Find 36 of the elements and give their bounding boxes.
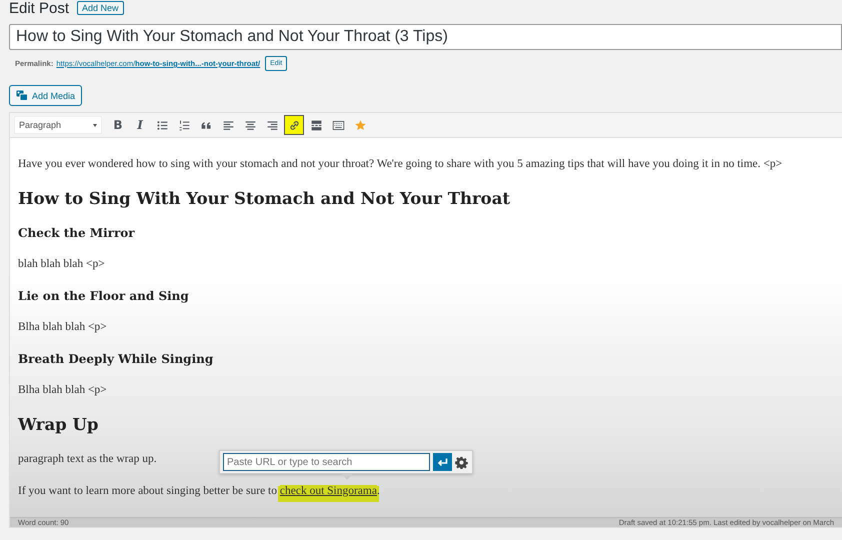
media-icon — [16, 90, 28, 101]
heading: Wrap Up — [18, 415, 98, 434]
paragraph: blah blah blah <p> — [18, 257, 105, 272]
keyboard-icon — [332, 118, 344, 132]
paragraph: paragraph text as the wrap up. — [18, 452, 157, 467]
paragraph: Have you ever wondered how to sing with your stomach and not your throat? We're going to share with you 5 amazing tips that will have you doing it in no time. <p> — [18, 157, 782, 172]
apply-link-button[interactable] — [433, 453, 452, 471]
bold-button[interactable]: B — [108, 115, 128, 135]
bulleted-list-icon — [156, 118, 168, 132]
align-left-icon — [222, 118, 234, 132]
subheading: Lie on the Floor and Sing — [18, 289, 189, 303]
paragraph: Blha blah blah <p> — [18, 320, 107, 335]
align-center-icon — [244, 118, 256, 132]
post-title-field[interactable]: How to Sing With Your Stomach and Not Your Throat (3 Tips) — [9, 24, 842, 50]
star-icon — [354, 118, 366, 132]
caret-icon — [93, 124, 97, 126]
format-dropdown[interactable]: Paragraph — [14, 116, 102, 134]
numbered-list-icon — [178, 118, 190, 132]
align-right-icon — [266, 118, 278, 132]
format-label: Paragraph — [19, 120, 62, 130]
add-new-button[interactable]: Add New — [77, 1, 124, 15]
heading: How to Sing With Your Stomach and Not Your Throat — [18, 189, 510, 208]
link-url-field[interactable]: Paste URL or type to search — [223, 453, 430, 471]
link-button[interactable] — [284, 115, 304, 135]
link-icon — [288, 118, 300, 132]
text-link[interactable]: check out Singorama — [280, 485, 377, 497]
paragraph: Blha blah blah <p> — [18, 383, 107, 398]
italic-button[interactable]: I — [130, 115, 150, 135]
settings-icon[interactable] — [455, 456, 468, 468]
add-media-button[interactable]: Add Media — [9, 85, 82, 106]
read-more-icon — [310, 118, 322, 132]
paragraph: If you want to learn more about singing better be sure to check out Singorama. — [18, 484, 380, 499]
page-title: Edit Post — [9, 0, 70, 16]
enter-icon — [437, 458, 448, 466]
subheading: Breath Deeply While Singing — [18, 352, 214, 366]
subheading: Check the Mirror — [18, 226, 135, 240]
